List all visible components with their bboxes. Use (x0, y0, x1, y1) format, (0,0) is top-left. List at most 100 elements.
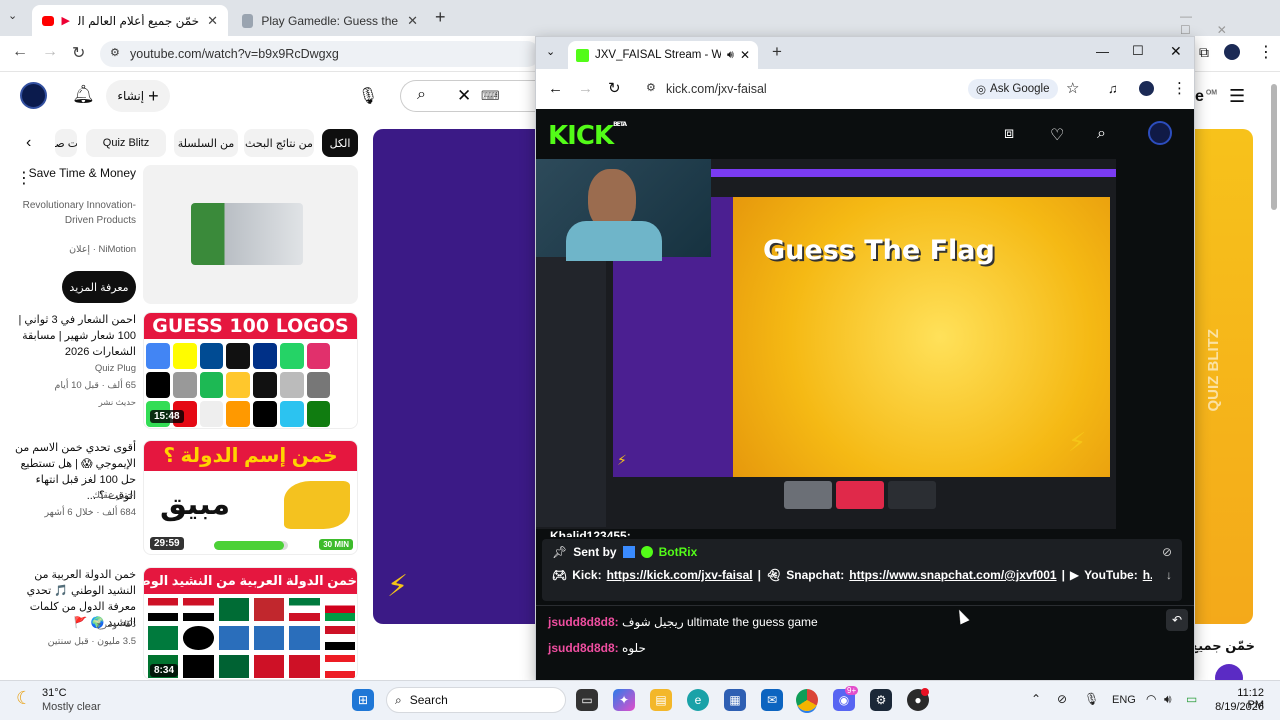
ad-title[interactable]: Save Time & Money (8, 165, 136, 181)
scrollbar[interactable] (1270, 74, 1278, 678)
clear-search-icon[interactable]: ✕ (457, 86, 471, 106)
video-channel-2[interactable]: اختبر عقلك (8, 490, 136, 501)
voice-search-icon[interactable]: 🎙︎ (352, 80, 384, 112)
close-tab-icon[interactable]: ✕ (407, 13, 418, 29)
video-title-1[interactable]: احمن الشعار في 3 ثواني | 100 شعار شهير |… (8, 312, 137, 360)
menu-dots-icon[interactable]: ⋮ (1258, 42, 1274, 62)
maximize-button[interactable]: ☐ (1132, 43, 1144, 59)
reload-icon[interactable]: ↻ (72, 43, 85, 63)
edge-icon[interactable]: e (687, 689, 709, 711)
close-window-button[interactable]: ✕ (1170, 43, 1182, 60)
duration-badge-3: 8:34 (150, 664, 179, 677)
taskbar-search[interactable]: ⌕ Search (386, 687, 566, 713)
kick-logo[interactable]: KICKBETA (548, 121, 627, 151)
bot-name[interactable]: BotRix (659, 545, 698, 559)
mail-icon[interactable]: ✉ (761, 689, 783, 711)
forward-icon[interactable]: → (578, 80, 593, 97)
pinned-message[interactable]: 📌︎ Sent by BotRix ⊘ 🎮︎ Kick: https://kic… (542, 539, 1182, 601)
new-tab-button[interactable]: + (772, 42, 782, 62)
create-button[interactable]: إنشاء + (106, 80, 170, 112)
close-tab-icon[interactable]: ✕ (207, 13, 218, 29)
following-heart-icon[interactable]: ♡ (1050, 125, 1064, 145)
network-off-icon[interactable]: ⊘ (1057, 692, 1067, 706)
chat-username[interactable]: jsudd8d8d8: (548, 641, 619, 655)
reload-icon[interactable]: ↻ (608, 79, 621, 97)
audio-icon[interactable]: 🔊︎ (727, 49, 734, 62)
video-thumbnail-1[interactable]: GUESS 100 LOGOS 15:48 (143, 312, 358, 429)
weather-desc[interactable]: Mostly clear (42, 701, 101, 713)
bg-address-bar[interactable]: ⚙ youtube.com/watch?v=b9x9RcDwgxg (100, 41, 540, 67)
reply-button[interactable]: ↶ (1166, 609, 1188, 631)
hide-pin-icon[interactable]: ⊘ (1162, 545, 1172, 559)
browse-icon[interactable]: ⧈ (1004, 125, 1014, 143)
steam-icon[interactable]: ⚙ (870, 689, 892, 711)
back-icon[interactable]: ← (12, 43, 28, 61)
back-icon[interactable]: ← (548, 80, 563, 97)
expand-pin-icon[interactable]: ↓ (1166, 568, 1172, 582)
profile-avatar[interactable] (1139, 81, 1154, 96)
search-icon[interactable]: ⌕ (1097, 125, 1106, 143)
profile-avatar[interactable] (1224, 44, 1240, 60)
video-thumbnail-3[interactable]: خمن الدولة العربية من النشيد الوطني 8:34 (143, 567, 358, 680)
menu-dots-icon[interactable]: ⋮ (1172, 79, 1187, 97)
video-channel-3[interactable]: ذكاء ومرح (8, 619, 136, 630)
weather-temp[interactable]: 31°C (42, 687, 67, 699)
ask-google-button[interactable]: ◎ Ask Google (968, 79, 1058, 99)
chip-from-search[interactable]: من نتائج البحث (244, 129, 314, 157)
new-tab-button[interactable]: + (435, 7, 446, 28)
keyboard-icon[interactable]: ⌨ (481, 88, 500, 104)
search-bar[interactable]: ⌕ ✕ ⌨ (400, 80, 540, 112)
microphone-icon[interactable]: 🎙︎ (1084, 692, 1099, 706)
tab-search-button[interactable]: ⌄ (8, 9, 26, 27)
user-avatar[interactable] (20, 82, 47, 109)
yt-label: YouTube: (1084, 568, 1138, 582)
flags-grid (148, 598, 355, 678)
bg-tab-gamedle[interactable]: Play Gamedle: Guess the Video ✕ (232, 5, 428, 36)
video-channel-1[interactable]: Quiz Plug (8, 363, 136, 374)
wifi-icon[interactable]: ◠ (1146, 692, 1156, 706)
weather-icon[interactable]: ☾ (16, 688, 32, 709)
file-explorer-icon[interactable]: ▤ (650, 689, 672, 711)
player-peek[interactable]: QUIZ BLITZ (1195, 129, 1253, 624)
user-avatar[interactable] (1148, 121, 1172, 145)
chip-from-series[interactable]: من السلسلة (174, 129, 238, 157)
battery-icon[interactable]: ▭ (1186, 692, 1197, 706)
snap-link[interactable]: https://www.snapchat.com/@jxvf001 (849, 568, 1056, 582)
search-icon[interactable]: ⌕ (417, 86, 426, 104)
stream-player[interactable]: Guess The Flag ⚡ ⚡ (536, 159, 1116, 529)
copilot-icon[interactable]: ✦ (613, 689, 635, 711)
bookmark-star-icon[interactable]: ☆ (1066, 79, 1079, 97)
scrollbar-thumb[interactable] (1271, 84, 1277, 210)
media-controls-icon[interactable]: ♫ (1108, 81, 1118, 96)
volume-icon[interactable]: 🔊︎ (1164, 692, 1172, 707)
game-title: Guess The Flag (763, 235, 995, 266)
ad-cta-button[interactable]: معرفة المزيد (62, 271, 136, 303)
tray-overflow-icon[interactable]: ⌃ (1031, 692, 1041, 706)
kick-link[interactable]: https://kick.com/jxv-faisal (607, 568, 753, 582)
task-view-icon[interactable]: ▭ (576, 689, 598, 711)
bg-tab-youtube[interactable]: ▶ خمّن جميع أعلام العالم الـ ١٩٥ ✕ (32, 5, 228, 36)
video-thumbnail-2[interactable]: خمن إسم الدولة ؟ مبيق 30 MIN 29:59 (143, 440, 358, 555)
chips-prev-icon[interactable]: ‹ (26, 134, 31, 152)
chat-username[interactable]: jsudd8d8d8: (548, 615, 619, 629)
chrome-icon[interactable] (796, 689, 818, 711)
extensions-icon[interactable]: ⧉ (1199, 44, 1209, 61)
hamburger-icon[interactable]: ☰ (1229, 86, 1245, 107)
next-video-title[interactable]: خمّن جميع (1195, 638, 1255, 654)
chip-all[interactable]: الكل (322, 129, 358, 157)
store-icon[interactable]: ▦ (724, 689, 746, 711)
tab-search-button[interactable]: ⌄ (546, 45, 555, 58)
minimize-button[interactable]: — (1096, 44, 1109, 59)
forward-icon[interactable]: → (42, 43, 58, 61)
chip-quiz-blitz[interactable]: Quiz Blitz (86, 129, 166, 157)
language-indicator[interactable]: ENG (1112, 694, 1136, 706)
chip-related[interactable]: ذات صلة (55, 129, 77, 157)
ad-thumbnail[interactable] (143, 165, 358, 304)
close-tab-icon[interactable]: ✕ (740, 48, 750, 62)
start-icon[interactable]: ⊞ (352, 689, 374, 711)
notifications-icon[interactable]: 🔔︎ (72, 84, 95, 105)
youtube-player[interactable]: ⚡ (373, 129, 543, 624)
yt-link[interactable]: h... (1143, 568, 1152, 582)
kick-tab[interactable]: JXV_FAISAL Stream - Watch 🔊︎ ✕ (568, 41, 758, 69)
clock-date[interactable]: 8/19/2026 (1212, 701, 1264, 713)
